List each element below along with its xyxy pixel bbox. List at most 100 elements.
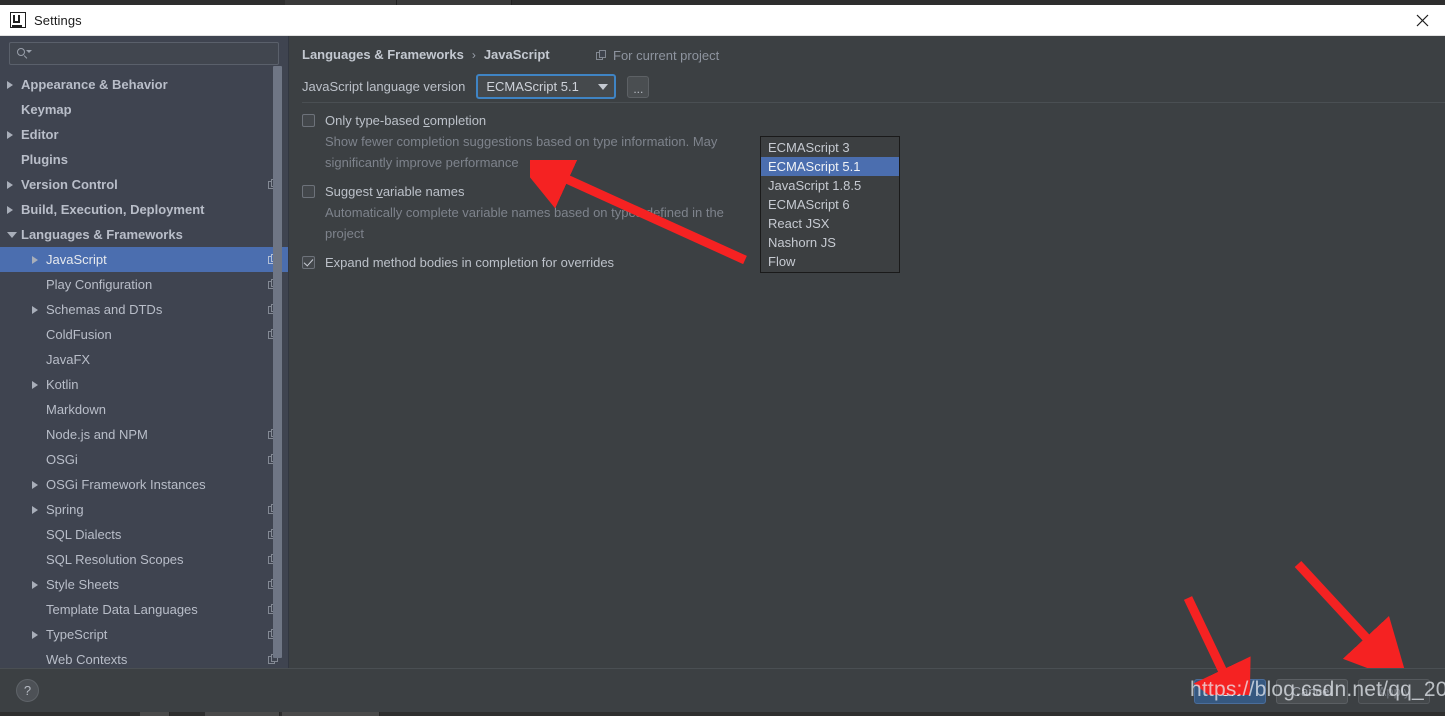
sidebar-item-coldfusion[interactable]: ColdFusion: [0, 322, 288, 347]
checkbox-row-only-type-based-completion[interactable]: Only type-based completion: [302, 112, 1102, 129]
sidebar-item-schemas-and-dtds[interactable]: Schemas and DTDs: [0, 297, 288, 322]
sidebar-item-node-js-and-npm[interactable]: Node.js and NPM: [0, 422, 288, 447]
taskbar-strip: [0, 712, 1445, 716]
disclosure-triangle-icon: [32, 305, 38, 314]
option-description-suggest-variable-names: Automatically complete variable names ba…: [325, 205, 724, 241]
sidebar-item-spring[interactable]: Spring: [0, 497, 288, 522]
dropdown-option-react-jsx[interactable]: React JSX: [761, 214, 899, 233]
sidebar-item-style-sheets[interactable]: Style Sheets: [0, 572, 288, 597]
sidebar-item-label: Version Control: [21, 177, 118, 192]
sidebar-item-typescript[interactable]: TypeScript: [0, 622, 288, 647]
dropdown-option-ecmascript-3[interactable]: ECMAScript 3: [761, 138, 899, 157]
language-version-more-button[interactable]: ...: [627, 75, 650, 98]
sidebar-item-sql-resolution-scopes[interactable]: SQL Resolution Scopes: [0, 547, 288, 572]
sidebar-item-label: ColdFusion: [46, 327, 112, 342]
sidebar-item-osgi-framework-instances[interactable]: OSGi Framework Instances: [0, 472, 288, 497]
sidebar-item-markdown[interactable]: Markdown: [0, 397, 288, 422]
sidebar-item-play-configuration[interactable]: Play Configuration: [0, 272, 288, 297]
dropdown-option-nashorn-js[interactable]: Nashorn JS: [761, 233, 899, 252]
close-icon[interactable]: [1399, 5, 1445, 35]
search-input[interactable]: [31, 46, 278, 61]
chevron-right-icon[interactable]: [7, 205, 21, 214]
sidebar-item-version-control[interactable]: Version Control: [0, 172, 288, 197]
language-version-row: JavaScript language version ECMAScript 5…: [302, 74, 650, 99]
chevron-right-icon[interactable]: [32, 380, 46, 389]
checkbox-only-type-based-completion[interactable]: [302, 114, 315, 127]
sidebar-item-appearance-behavior[interactable]: Appearance & Behavior: [0, 72, 288, 97]
sidebar-item-osgi[interactable]: OSGi: [0, 447, 288, 472]
settings-sidebar: Appearance & Behavior Keymap Editor Plugins…: [0, 36, 289, 668]
disclosure-triangle-icon: [32, 505, 38, 514]
dropdown-option-ecmascript-5-1[interactable]: ECMAScript 5.1: [761, 157, 899, 176]
settings-dialog: Settings Appearance & Behavior Keymap Edit…: [0, 0, 1445, 716]
chevron-right-icon[interactable]: [32, 480, 46, 489]
chevron-right-icon[interactable]: [32, 255, 46, 264]
breadcrumb: Languages & Frameworks › JavaScript: [302, 47, 550, 62]
settings-content: Languages & Frameworks › JavaScript For …: [290, 36, 1445, 668]
scope-indicator: For current project: [596, 48, 719, 63]
sidebar-item-label: Plugins: [21, 152, 68, 167]
help-button[interactable]: ?: [16, 679, 39, 702]
disclosure-triangle-icon: [7, 180, 13, 189]
label-text-tail: ompletion: [429, 113, 487, 128]
sidebar-item-label: Template Data Languages: [46, 602, 198, 617]
chevron-right-icon[interactable]: [7, 80, 21, 89]
label-text: Only type-based: [325, 113, 424, 128]
checkbox-row-expand-method-bodies[interactable]: Expand method bodies in completion for o…: [302, 254, 1102, 271]
chevron-right-icon[interactable]: [7, 180, 21, 189]
chevron-right-icon[interactable]: [32, 630, 46, 639]
sidebar-scrollbar-track[interactable]: [273, 36, 285, 668]
sidebar-item-template-data-languages[interactable]: Template Data Languages: [0, 597, 288, 622]
chevron-right-icon[interactable]: [32, 305, 46, 314]
chevron-right-icon[interactable]: [7, 130, 21, 139]
completion-options: Only type-based completion Show fewer com…: [302, 112, 1102, 281]
sidebar-item-editor[interactable]: Editor: [0, 122, 288, 147]
chevron-down-icon[interactable]: [598, 83, 609, 90]
title-bar: Settings: [0, 5, 1445, 36]
window-title: Settings: [34, 12, 82, 28]
dropdown-option-flow[interactable]: Flow: [761, 252, 899, 271]
dropdown-option-ecmascript-6[interactable]: ECMAScript 6: [761, 195, 899, 214]
copy-badge-icon: [596, 50, 607, 61]
sidebar-item-label: Editor: [21, 127, 59, 142]
language-version-value: ECMAScript 5.1: [486, 79, 579, 94]
sidebar-item-languages-frameworks[interactable]: Languages & Frameworks: [0, 222, 288, 247]
sidebar-item-label: Build, Execution, Deployment: [21, 202, 205, 217]
disclosure-triangle-icon: [7, 80, 13, 89]
chevron-right-icon[interactable]: [32, 505, 46, 514]
sidebar-item-label: Node.js and NPM: [46, 427, 148, 442]
dropdown-option-javascript-1-8-5[interactable]: JavaScript 1.8.5: [761, 176, 899, 195]
sidebar-item-label: JavaScript: [46, 252, 107, 267]
search-field[interactable]: [9, 42, 279, 65]
breadcrumb-parent[interactable]: Languages & Frameworks: [302, 47, 464, 62]
sidebar-item-keymap[interactable]: Keymap: [0, 97, 288, 122]
sidebar-item-javafx[interactable]: JavaFX: [0, 347, 288, 372]
sidebar-item-label: SQL Resolution Scopes: [46, 552, 184, 567]
language-version-combobox[interactable]: ECMAScript 5.1: [476, 74, 617, 99]
dialog-body: Appearance & Behavior Keymap Editor Plugins…: [0, 36, 1445, 668]
breadcrumb-current: JavaScript: [483, 47, 550, 62]
checkbox-label-only-type-based-completion: Only type-based completion: [325, 112, 486, 129]
chevron-right-icon[interactable]: [32, 580, 46, 589]
disclosure-triangle-icon: [7, 130, 13, 139]
option-description-only-type-based-completion: Show fewer completion suggestions based …: [325, 134, 718, 170]
disclosure-triangle-icon: [32, 630, 38, 639]
checkbox-expand-method-bodies[interactable]: [302, 256, 315, 269]
settings-tree: Appearance & Behavior Keymap Editor Plugins…: [0, 72, 288, 668]
sidebar-item-label: Languages & Frameworks: [21, 227, 183, 242]
checkbox-suggest-variable-names[interactable]: [302, 185, 315, 198]
chevron-down-icon[interactable]: [7, 231, 21, 238]
sidebar-item-plugins[interactable]: Plugins: [0, 147, 288, 172]
sidebar-item-build-execution-deployment[interactable]: Build, Execution, Deployment: [0, 197, 288, 222]
language-version-label: JavaScript language version: [302, 79, 466, 94]
language-version-dropdown-list[interactable]: ECMAScript 3 ECMAScript 5.1 JavaScript 1.8…: [760, 136, 900, 273]
search-icon: [17, 47, 32, 61]
sidebar-item-javascript[interactable]: JavaScript: [0, 247, 288, 272]
checkbox-row-suggest-variable-names[interactable]: Suggest variable names: [302, 183, 1102, 200]
sidebar-scrollbar-thumb[interactable]: [273, 66, 282, 658]
sidebar-item-sql-dialects[interactable]: SQL Dialects: [0, 522, 288, 547]
sidebar-item-web-contexts[interactable]: Web Contexts: [0, 647, 288, 668]
checkbox-label-suggest-variable-names: Suggest variable names: [325, 183, 464, 200]
disclosure-triangle-icon: [7, 231, 17, 238]
sidebar-item-kotlin[interactable]: Kotlin: [0, 372, 288, 397]
